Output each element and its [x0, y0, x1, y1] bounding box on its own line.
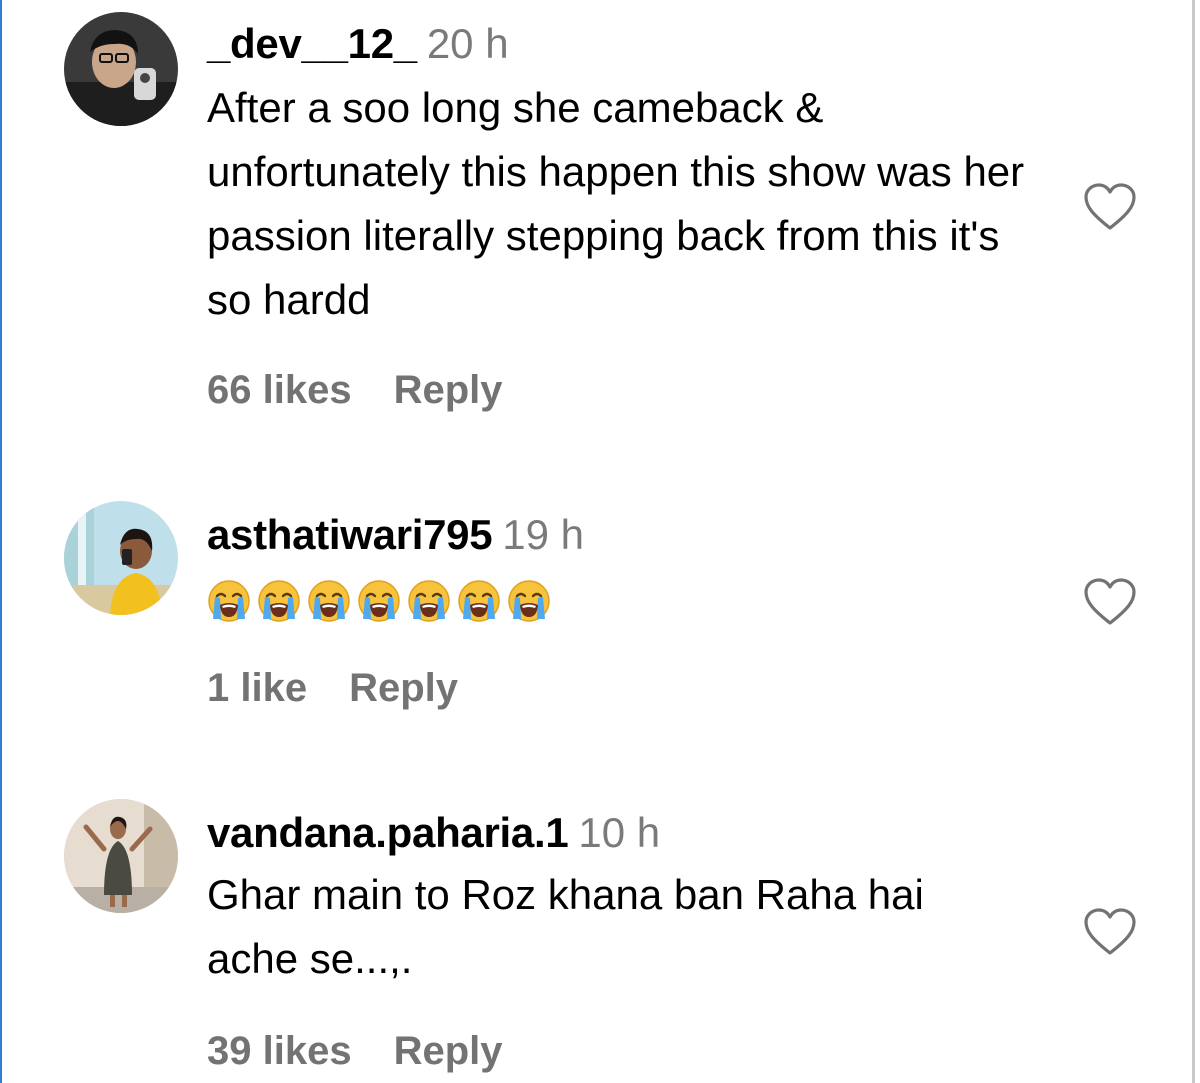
crying-face-emoji — [258, 580, 300, 622]
comment-meta: 1 like Reply — [207, 664, 458, 712]
crying-face-emoji — [508, 580, 550, 622]
timestamp: 10 h — [578, 809, 661, 856]
crying-face-emoji — [358, 580, 400, 622]
comment-meta: 66 likes Reply — [207, 366, 503, 414]
avatar[interactable] — [64, 799, 178, 913]
crying-face-emoji — [458, 580, 500, 622]
username[interactable]: asthatiwari795 — [207, 511, 493, 558]
comment-text — [207, 566, 1047, 630]
reply-button[interactable]: Reply — [394, 368, 503, 412]
comment-header: asthatiwari795 19 h — [207, 511, 584, 559]
timestamp: 20 h — [426, 20, 509, 67]
crying-face-emoji — [408, 580, 450, 622]
comment-header: vandana.paharia.1 10 h — [207, 809, 660, 857]
likes-count[interactable]: 66 likes — [207, 368, 352, 412]
likes-count[interactable]: 39 likes — [207, 1029, 352, 1073]
heart-icon[interactable] — [1082, 907, 1138, 957]
username[interactable]: vandana.paharia.1 — [207, 809, 569, 856]
crying-face-emoji — [208, 580, 250, 622]
reply-button[interactable]: Reply — [394, 1029, 503, 1073]
comment-text: After a soo long she cameback & unfortun… — [207, 84, 1025, 323]
heart-icon[interactable] — [1082, 577, 1138, 627]
likes-count[interactable]: 1 like — [207, 666, 307, 710]
timestamp: 19 h — [502, 511, 585, 558]
crying-face-emoji — [308, 580, 350, 622]
reply-button[interactable]: Reply — [349, 666, 458, 710]
avatar[interactable] — [64, 12, 178, 126]
heart-icon[interactable] — [1082, 182, 1138, 232]
avatar[interactable] — [64, 501, 178, 615]
comment-text: Ghar main to Roz khana ban Raha hai ache… — [207, 871, 924, 982]
comments-panel: _dev__12_ 20 h After a soo long she cameb… — [0, 0, 1195, 1083]
comment-meta: 39 likes Reply — [207, 1027, 503, 1075]
username[interactable]: _dev__12_ — [207, 20, 417, 67]
comment-header: _dev__12_ 20 h — [207, 20, 509, 68]
